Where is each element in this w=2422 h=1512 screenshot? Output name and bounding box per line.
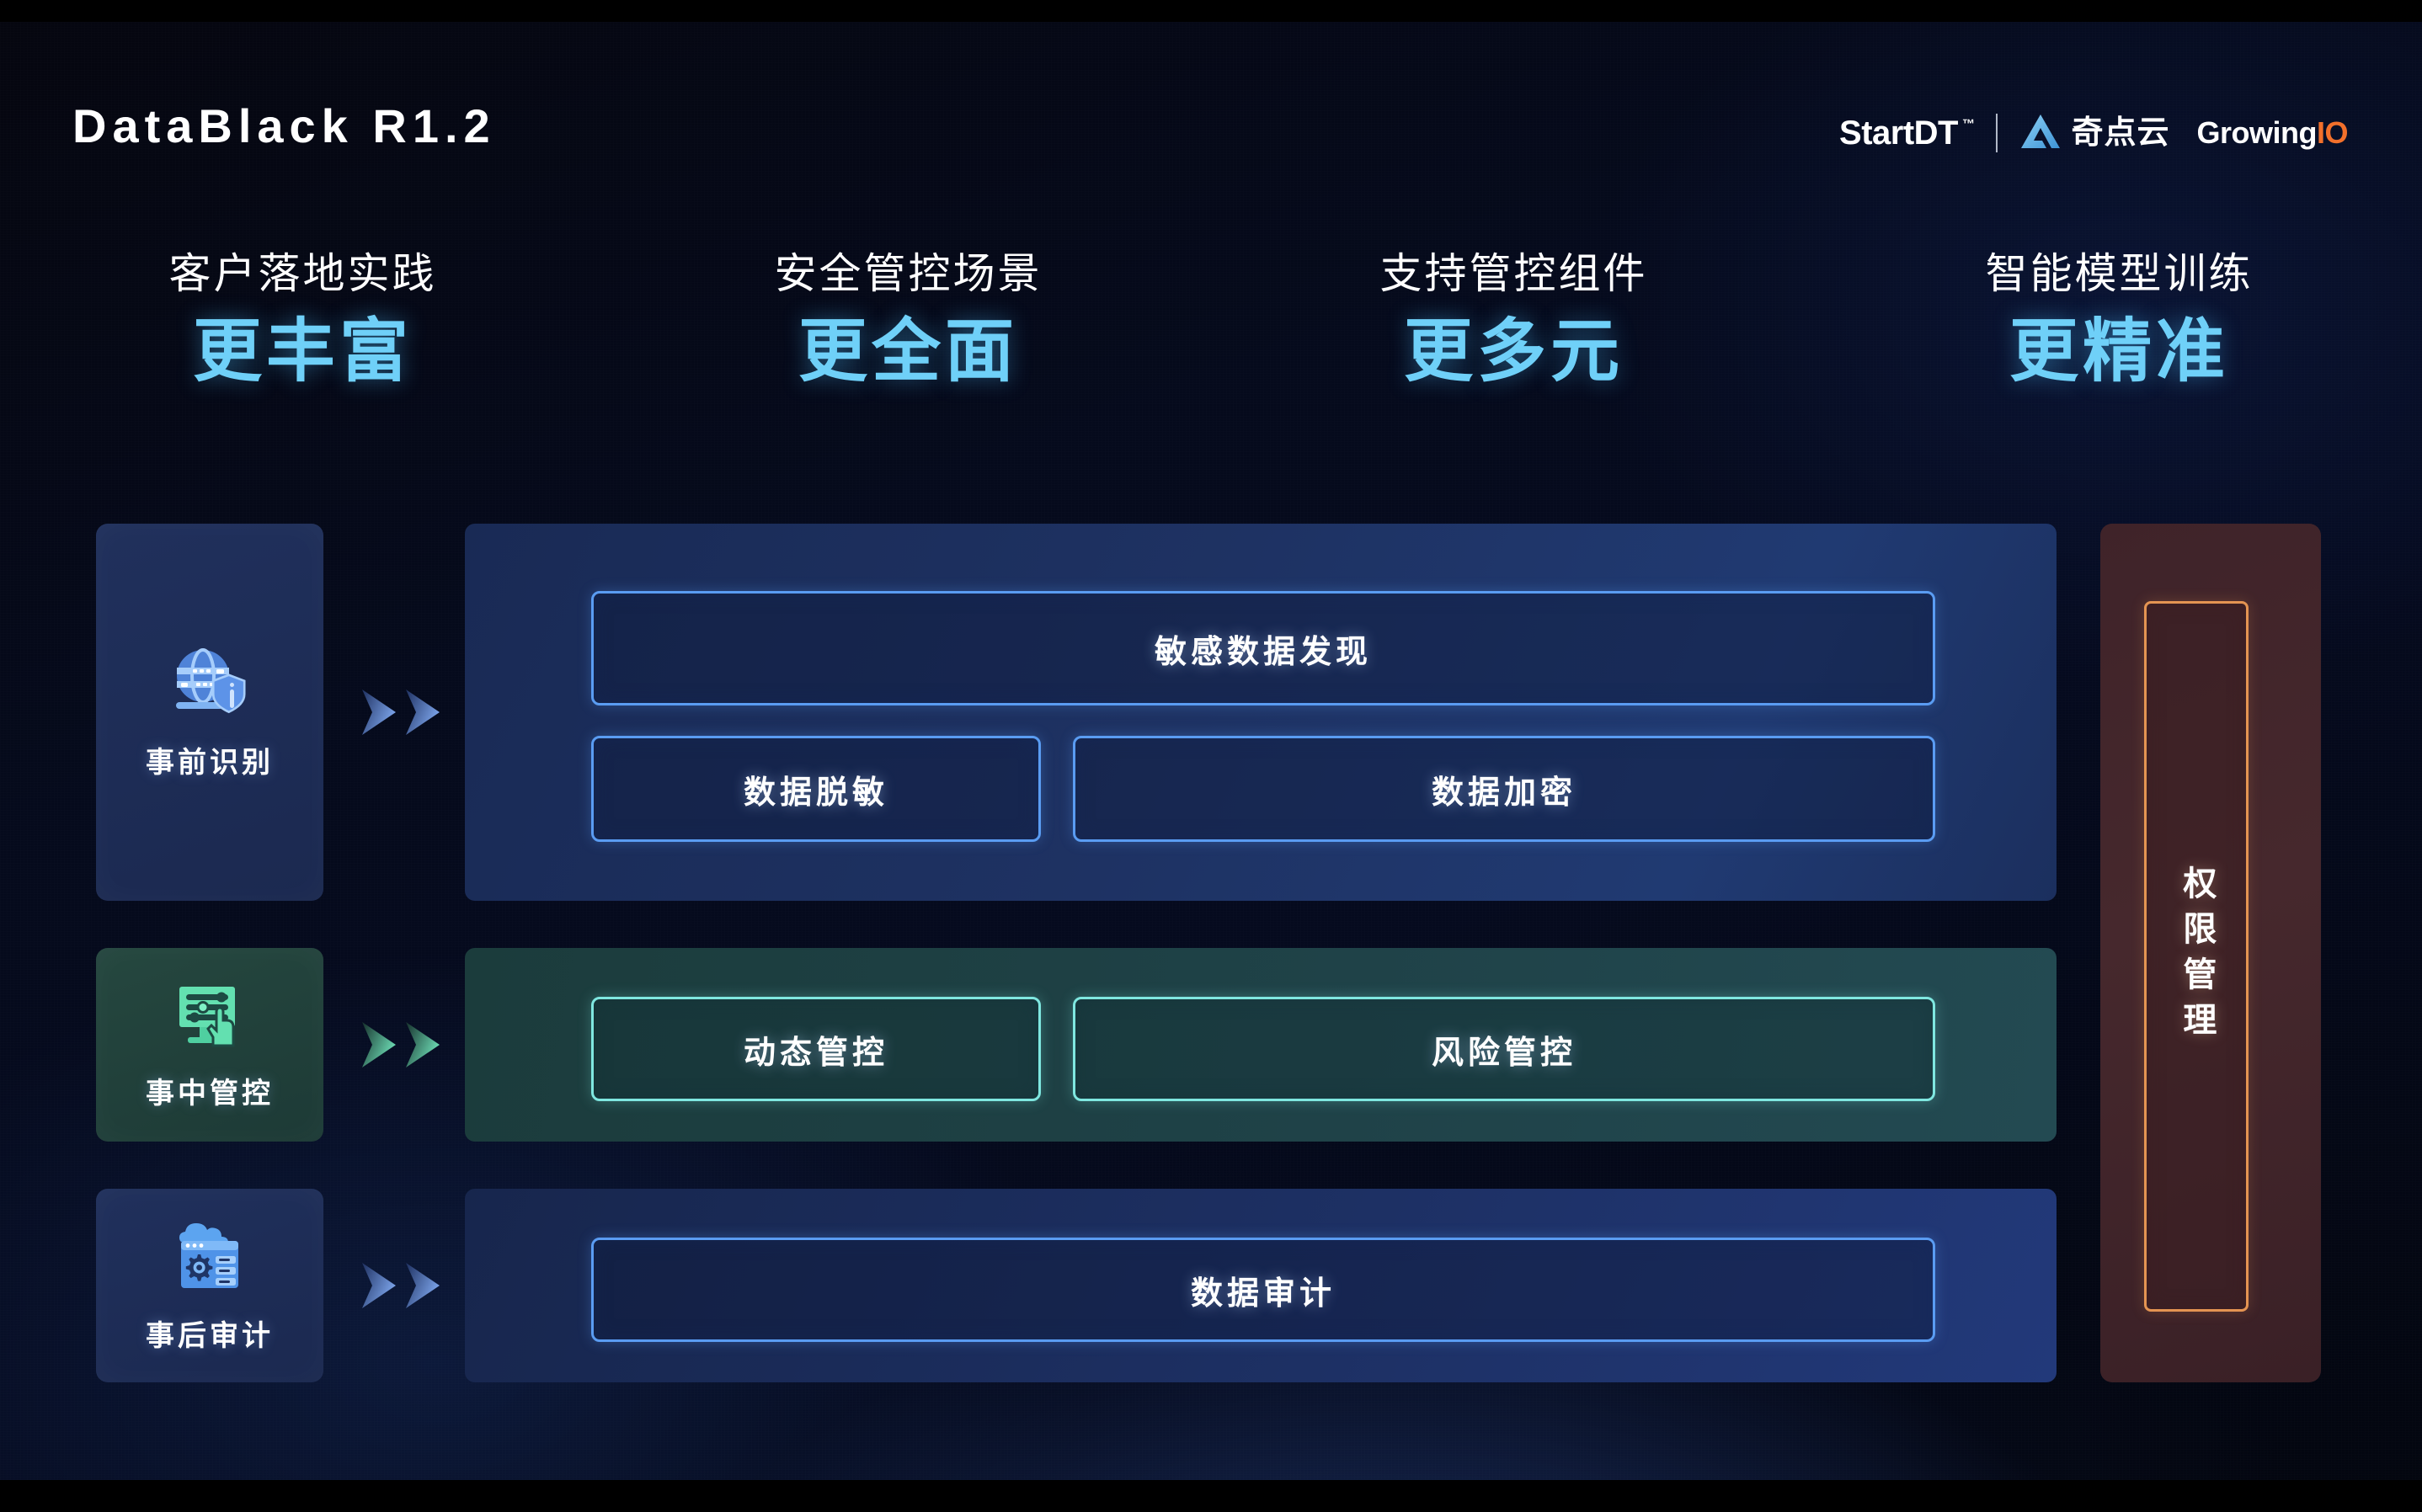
headline-subtitle: 客户落地实践 [168,250,437,297]
permission-management-label: 权限管理 [2178,865,2216,1047]
page-title: DataBlack R1.2 [72,99,496,152]
capability-pill[interactable]: 风险管控 [1073,997,1935,1101]
capability-label: 数据审计 [1190,1275,1336,1312]
slide-content: DataBlack R1.2 StartDT ™ 奇点云 GrowingIO 客… [0,22,2422,1480]
headline-highlight: 更精准 [2009,313,2229,390]
permission-management-pill[interactable]: 权限管理 [2144,601,2249,1312]
capability-label: 动态管控 [743,1035,888,1071]
letterbox-bottom [0,1480,2422,1512]
capability-pill[interactable]: 数据加密 [1073,736,1935,842]
headline-col-2: 安全管控场景 更全面 [606,251,1211,470]
logo-divider [1996,114,1998,152]
stage-card-pre-identification[interactable]: 事前识别 [96,524,323,901]
stage-label: 事后审计 [146,1319,274,1352]
headline-col-3: 支持管控组件 更多元 [1211,251,1816,470]
stage-panel-in-process-control: 动态管控 风险管控 [465,948,2057,1142]
slide-canvas: DataBlack R1.2 StartDT ™ 奇点云 GrowingIO 客… [0,0,2422,1512]
capability-pill[interactable]: 动态管控 [591,997,1041,1101]
stage-panel-pre-identification: 敏感数据发现 数据脱敏 数据加密 [465,524,2057,901]
growingio-logo-io: IO [2316,115,2349,150]
capability-pill[interactable]: 敏感数据发现 [591,591,1935,705]
capability-pill[interactable]: 数据审计 [591,1238,1935,1342]
headline-subtitle: 安全管控场景 [774,250,1043,297]
stage-row-post-audit: 事后审计 数据审计 [0,1189,2422,1382]
headline-col-1: 客户落地实践 更丰富 [0,251,606,470]
logo-row: StartDT ™ 奇点云 GrowingIO [1839,109,2349,157]
stage-row-pre-identification: 事前识别 敏感数据发现 数据脱敏 数据加密 [0,524,2422,901]
stage-panel-post-audit: 数据审计 [465,1189,2057,1382]
growingio-logo: GrowingIO [2196,118,2348,148]
capability-pill[interactable]: 数据脱敏 [591,736,1041,842]
headline-highlight: 更多元 [1403,313,1624,390]
headline-highlight: 更全面 [798,313,1018,390]
headline-highlight: 更丰富 [192,313,413,390]
double-chevron-right-icon [350,948,451,1142]
headline-col-4: 智能模型训练 更精准 [1816,251,2422,470]
capability-label: 数据脱敏 [743,775,888,811]
stages-area: 事前识别 敏感数据发现 数据脱敏 数据加密 事中管控 动态管控 风险管控 事后审… [0,524,2422,1382]
double-chevron-right-icon [350,524,451,901]
stage-label: 事前识别 [146,746,274,779]
growingio-logo-text: Growing [2196,115,2317,150]
triangle-a-logo-icon [2019,113,2062,154]
permission-management-panel[interactable]: 权限管理 [2100,524,2321,1382]
double-chevron-right-icon [350,1189,451,1382]
qidianyun-logo-text: 奇点云 [2071,115,2170,151]
capability-label: 敏感数据发现 [1154,634,1372,670]
stage-card-in-process-control[interactable]: 事中管控 [96,948,323,1142]
startdt-logo-text: StartDT [1839,114,1958,152]
letterbox-top [0,0,2422,22]
stage-row-in-process-control: 事中管控 动态管控 风险管控 [0,948,2422,1142]
capability-label: 数据加密 [1431,775,1576,811]
startdt-logo: StartDT ™ [1839,114,1975,152]
slide-header: DataBlack R1.2 StartDT ™ 奇点云 GrowingIO [0,22,2422,199]
cloud-audit-gear-icon [164,1218,255,1296]
sliders-hand-icon [164,979,255,1057]
stage-card-post-audit[interactable]: 事后审计 [96,1189,323,1382]
qidianyun-logo: 奇点云 [2019,113,2169,154]
headline-subtitle: 支持管控组件 [1379,250,1648,297]
trademark-icon: ™ [1961,117,1975,131]
globe-shield-icon [164,645,255,722]
capability-label: 风险管控 [1431,1035,1576,1071]
headline-subtitle: 智能模型训练 [1985,250,2254,297]
headline-row: 客户落地实践 更丰富 安全管控场景 更全面 支持管控组件 更多元 智能模型训练 … [0,251,2422,470]
stage-label: 事中管控 [146,1077,274,1110]
